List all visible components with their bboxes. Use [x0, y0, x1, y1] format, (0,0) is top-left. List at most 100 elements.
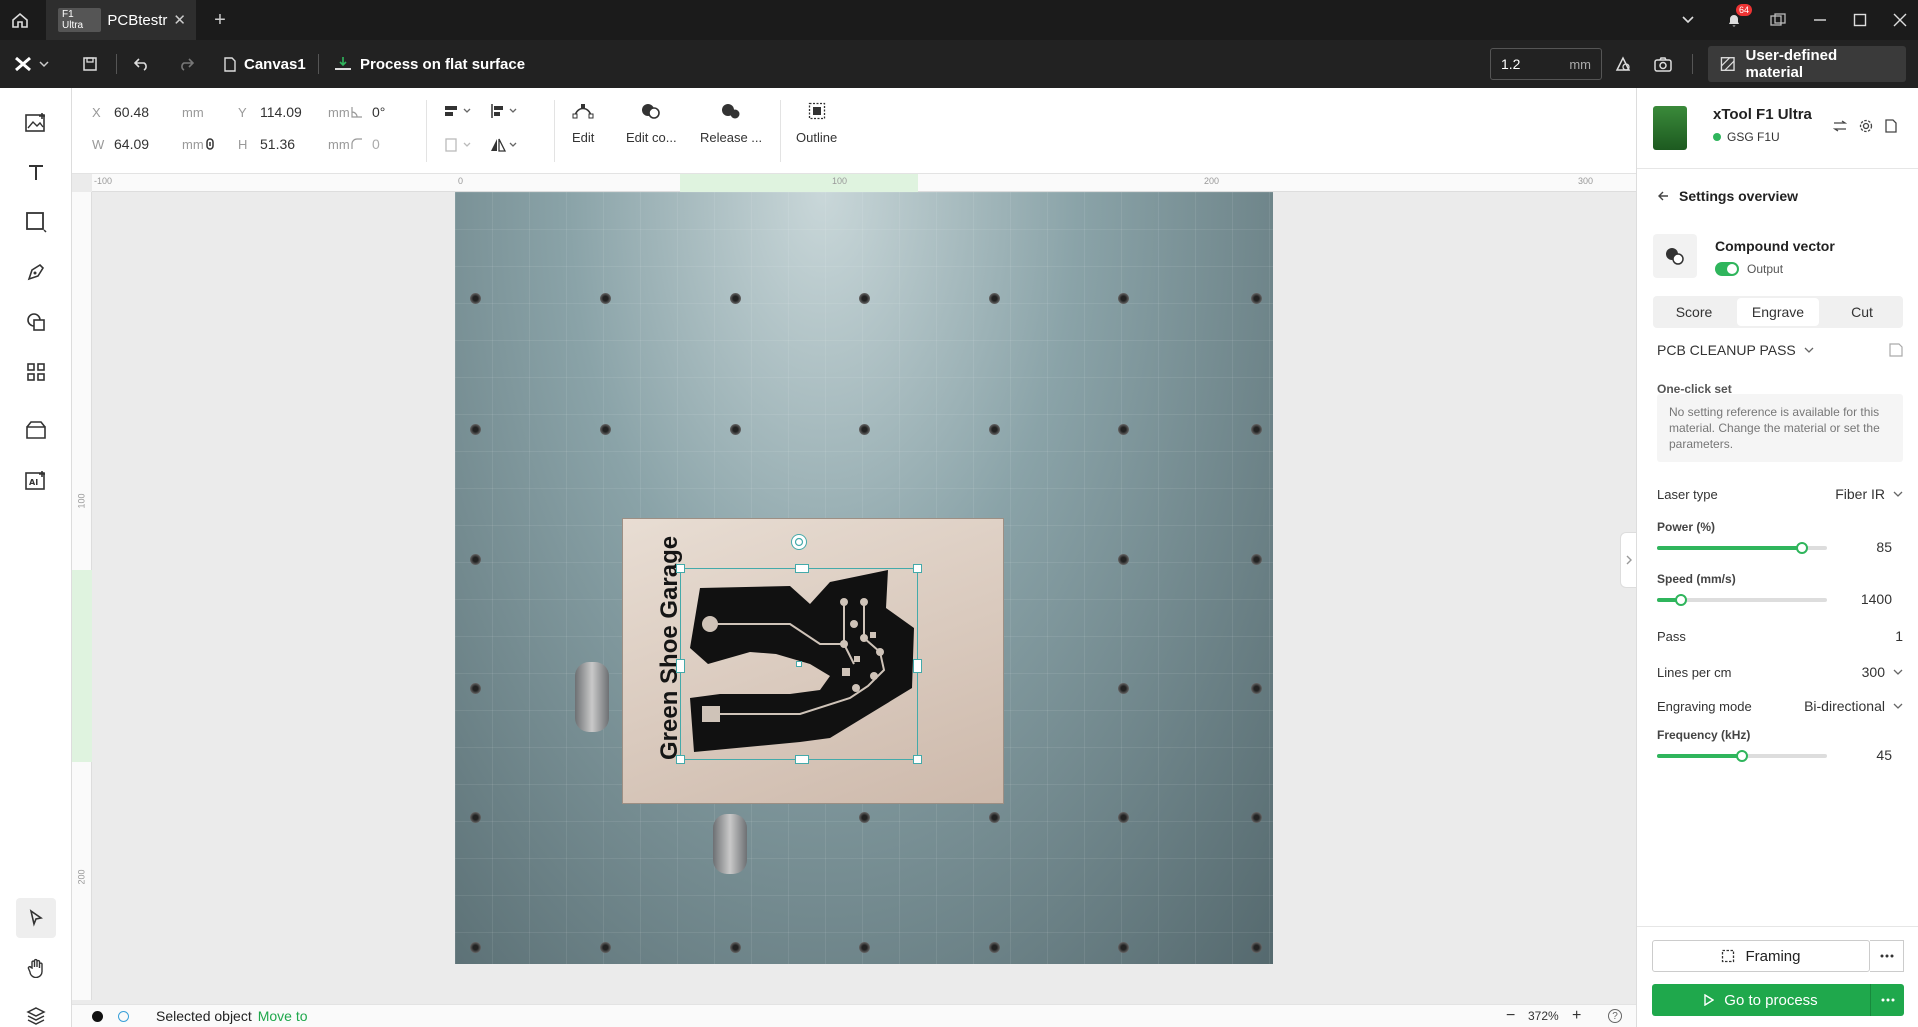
- material-icon: [1720, 57, 1735, 71]
- maximize-icon[interactable]: [1842, 0, 1878, 40]
- distribute-dropdown[interactable]: [444, 138, 474, 155]
- frequency-slider[interactable]: [1657, 750, 1827, 762]
- flip-dropdown[interactable]: [490, 138, 520, 155]
- go-to-process-button[interactable]: Go to process: [1652, 984, 1870, 1016]
- switch-device-icon[interactable]: [1832, 120, 1848, 135]
- shape-tool[interactable]: [16, 202, 56, 242]
- properties-bar: X 60.48 mm Y 114.09 mm 0° W 64.09 mm H 5…: [72, 88, 1636, 174]
- output-toggle[interactable]: [1715, 262, 1739, 276]
- outline-button[interactable]: Outline: [796, 102, 837, 145]
- camera-button[interactable]: [1654, 40, 1672, 88]
- edit-compound-button[interactable]: Edit co...: [626, 102, 677, 145]
- speed-slider[interactable]: [1657, 594, 1827, 606]
- speed-value[interactable]: 1400: [1861, 591, 1892, 607]
- resize-handle[interactable]: [913, 564, 922, 573]
- framing-more-button[interactable]: [1870, 940, 1904, 972]
- align-dropdown[interactable]: [490, 104, 520, 121]
- y-position-field[interactable]: Y 114.09 mm: [238, 104, 350, 120]
- x-position-field[interactable]: X 60.48 mm: [92, 104, 204, 120]
- add-image-tool[interactable]: [16, 102, 56, 142]
- frequency-value[interactable]: 45: [1876, 747, 1892, 763]
- process-more-button[interactable]: [1870, 984, 1904, 1016]
- move-to-link[interactable]: Move to: [258, 1008, 308, 1024]
- device-settings-icon[interactable]: [1859, 119, 1873, 136]
- ai-image-tool[interactable]: AI: [16, 460, 56, 500]
- resize-handle[interactable]: [913, 755, 922, 764]
- tab-cut[interactable]: Cut: [1821, 296, 1903, 328]
- x-unit: mm: [182, 104, 204, 120]
- laser-type-select[interactable]: Fiber IR: [1835, 486, 1903, 502]
- save-preset-icon[interactable]: [1889, 343, 1903, 357]
- height-field[interactable]: H 51.36 mm: [238, 136, 350, 152]
- resize-handle[interactable]: [795, 755, 809, 764]
- undo-button[interactable]: [134, 40, 150, 88]
- rotate-handle[interactable]: [791, 534, 807, 550]
- panel-collapse-button[interactable]: [1620, 532, 1636, 588]
- process-mode-selector[interactable]: Process on flat surface: [334, 40, 525, 88]
- edit-nodes-icon: [572, 104, 594, 119]
- app-menu-button[interactable]: [14, 40, 50, 88]
- select-tool[interactable]: [16, 898, 56, 938]
- text-tool[interactable]: [16, 152, 56, 192]
- pen-tool[interactable]: [16, 252, 56, 292]
- window-switch-icon[interactable]: [1760, 0, 1796, 40]
- selection-box[interactable]: [676, 564, 922, 764]
- tab-engrave[interactable]: Engrave: [1737, 298, 1819, 326]
- frequency-label: Frequency (kHz): [1657, 728, 1751, 742]
- more-icon: [1880, 954, 1893, 958]
- document-icon: [224, 56, 236, 72]
- home-button[interactable]: [0, 0, 40, 40]
- tabs-dropdown-icon[interactable]: [1670, 0, 1706, 40]
- rotation-field[interactable]: 0°: [350, 104, 432, 120]
- notifications-button[interactable]: 64: [1716, 0, 1753, 40]
- auto-measure-button[interactable]: [1614, 40, 1632, 88]
- lock-ratio-icon[interactable]: [205, 137, 215, 154]
- power-value[interactable]: 85: [1876, 539, 1892, 555]
- mode-dot-icon[interactable]: [92, 1011, 103, 1022]
- corner-radius-field[interactable]: 0: [350, 136, 432, 152]
- connected-dot: [1713, 133, 1721, 141]
- close-tab-icon[interactable]: ✕: [173, 11, 186, 29]
- hand-tool[interactable]: [16, 948, 56, 988]
- tab-score[interactable]: Score: [1653, 296, 1735, 328]
- save-button[interactable]: [82, 40, 98, 88]
- apps-tool[interactable]: [16, 352, 56, 392]
- mode-ring-icon[interactable]: [118, 1011, 129, 1022]
- material-thickness-input[interactable]: 1.2 mm: [1490, 48, 1602, 80]
- document-tab[interactable]: F1 Ultra PCBtestr ✕: [46, 0, 196, 40]
- material-selector[interactable]: User-defined material: [1708, 46, 1906, 82]
- zoom-out-button[interactable]: −: [1506, 1007, 1515, 1025]
- resize-handle[interactable]: [676, 659, 685, 673]
- canvas-selector[interactable]: Canvas1: [224, 40, 306, 88]
- elements-tool[interactable]: [16, 302, 56, 342]
- settings-overview-back[interactable]: Settings overview: [1657, 188, 1798, 204]
- close-window-icon[interactable]: [1882, 0, 1918, 40]
- layers-tool[interactable]: [16, 996, 56, 1027]
- release-compound-button[interactable]: Release ...: [700, 102, 762, 145]
- lines-select[interactable]: 300: [1862, 664, 1903, 680]
- new-tab-button[interactable]: +: [208, 0, 232, 40]
- projects-tool[interactable]: [16, 410, 56, 450]
- selected-object-text: Selected object: [156, 1008, 252, 1024]
- resize-handle[interactable]: [676, 564, 685, 573]
- resize-handle[interactable]: [913, 659, 922, 673]
- edit-button[interactable]: Edit: [572, 102, 594, 145]
- width-field[interactable]: W 64.09 mm: [92, 136, 204, 152]
- resize-handle[interactable]: [795, 564, 809, 573]
- flat-surface-icon: [335, 57, 351, 70]
- arrange-dropdown[interactable]: [444, 104, 474, 121]
- preset-selector[interactable]: PCB CLEANUP PASS: [1657, 342, 1903, 358]
- status-bar: Selected object Move to − 372% + ?: [72, 1004, 1636, 1027]
- help-icon[interactable]: ?: [1608, 1009, 1622, 1023]
- pass-value[interactable]: 1: [1895, 628, 1903, 644]
- device-info-icon[interactable]: [1885, 119, 1897, 136]
- laser-type-label: Laser type: [1657, 486, 1718, 502]
- minimize-icon[interactable]: [1802, 0, 1838, 40]
- framing-button[interactable]: Framing: [1652, 940, 1870, 972]
- power-slider[interactable]: [1657, 542, 1827, 554]
- xtool-logo-icon: [15, 56, 31, 72]
- redo-button[interactable]: [178, 40, 194, 88]
- resize-handle[interactable]: [676, 755, 685, 764]
- mode-select[interactable]: Bi-directional: [1804, 698, 1903, 714]
- zoom-in-button[interactable]: +: [1572, 1007, 1581, 1025]
